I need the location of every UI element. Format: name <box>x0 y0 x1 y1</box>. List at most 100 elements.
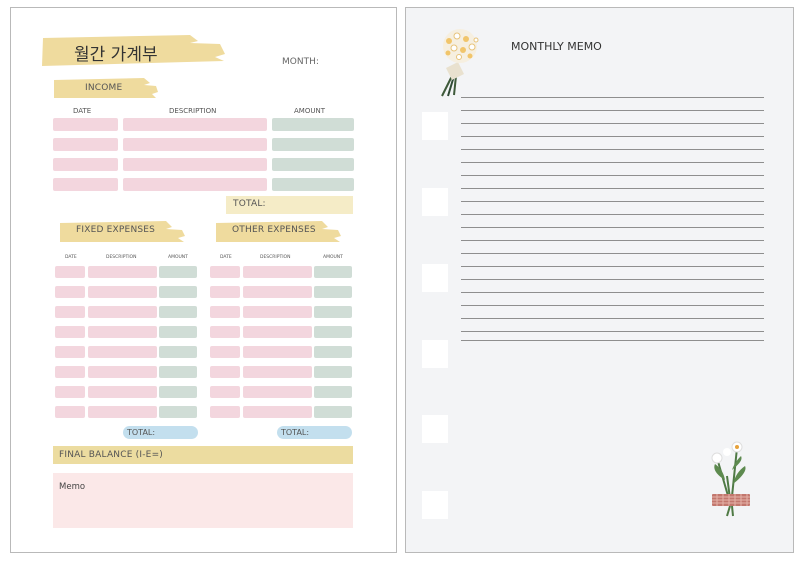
other-date-cell[interactable] <box>210 266 240 278</box>
monthly-memo-title: MONTHLY MEMO <box>511 40 602 53</box>
fixed-amount-cell[interactable] <box>159 406 197 418</box>
income-description-cell[interactable] <box>123 138 267 151</box>
fixed-header-date: DATE <box>65 255 77 260</box>
income-amount-cell[interactable] <box>272 138 354 151</box>
fixed-description-cell[interactable] <box>88 406 157 418</box>
other-date-cell[interactable] <box>210 286 240 298</box>
memo-label: Memo <box>59 482 86 492</box>
other-date-cell[interactable] <box>210 386 240 398</box>
other-description-cell[interactable] <box>243 306 312 318</box>
other-amount-cell[interactable] <box>314 366 352 378</box>
memo-line <box>461 279 764 280</box>
fixed-description-cell[interactable] <box>88 366 157 378</box>
memo-line <box>461 340 764 341</box>
fixed-amount-cell[interactable] <box>159 266 197 278</box>
fixed-expenses-label: FIXED EXPENSES <box>76 225 156 235</box>
fixed-description-cell[interactable] <box>88 306 157 318</box>
fixed-description-cell[interactable] <box>88 326 157 338</box>
memo-line <box>461 162 764 163</box>
binder-square <box>422 264 448 292</box>
other-total-label: TOTAL: <box>281 428 310 437</box>
other-date-cell[interactable] <box>210 406 240 418</box>
fixed-amount-cell[interactable] <box>159 286 197 298</box>
other-header-description: DESCRIPTION <box>260 255 291 260</box>
income-header-amount: AMOUNT <box>294 107 325 115</box>
fixed-description-cell[interactable] <box>88 286 157 298</box>
other-description-cell[interactable] <box>243 386 312 398</box>
other-date-cell[interactable] <box>210 366 240 378</box>
income-description-cell[interactable] <box>123 118 267 131</box>
other-description-cell[interactable] <box>243 326 312 338</box>
month-label: MONTH: <box>282 57 319 67</box>
income-amount-cell[interactable] <box>272 158 354 171</box>
binder-square <box>422 415 448 443</box>
fixed-date-cell[interactable] <box>55 286 85 298</box>
memo-line <box>461 149 764 150</box>
other-description-cell[interactable] <box>243 286 312 298</box>
fixed-total-label: TOTAL: <box>127 428 156 437</box>
memo-line <box>461 240 764 241</box>
other-amount-cell[interactable] <box>314 326 352 338</box>
binder-square <box>422 188 448 216</box>
fixed-amount-cell[interactable] <box>159 306 197 318</box>
income-description-cell[interactable] <box>123 158 267 171</box>
fixed-date-cell[interactable] <box>55 266 85 278</box>
memo-line <box>461 331 764 332</box>
fixed-date-cell[interactable] <box>55 406 85 418</box>
binder-square <box>422 112 448 140</box>
page-title: 월간 가계부 <box>74 45 158 65</box>
fixed-date-cell[interactable] <box>55 386 85 398</box>
income-date-cell[interactable] <box>53 118 118 131</box>
other-amount-cell[interactable] <box>314 266 352 278</box>
income-date-cell[interactable] <box>53 158 118 171</box>
other-amount-cell[interactable] <box>314 306 352 318</box>
daisy-bouquet-icon <box>711 441 750 517</box>
fixed-date-cell[interactable] <box>55 306 85 318</box>
fixed-date-cell[interactable] <box>55 326 85 338</box>
income-label: INCOME <box>85 83 123 93</box>
income-amount-cell[interactable] <box>272 118 354 131</box>
other-header-date: DATE <box>220 255 232 260</box>
fixed-date-cell[interactable] <box>55 366 85 378</box>
memo-line <box>461 97 764 98</box>
memo-line <box>461 123 764 124</box>
other-description-cell[interactable] <box>243 346 312 358</box>
other-amount-cell[interactable] <box>314 346 352 358</box>
income-header-description: DESCRIPTION <box>169 107 217 115</box>
income-header-date: DATE <box>73 107 92 115</box>
income-total-label: TOTAL: <box>233 199 266 209</box>
other-amount-cell[interactable] <box>314 286 352 298</box>
memo-line <box>461 201 764 202</box>
binder-square <box>422 340 448 368</box>
binder-square <box>422 491 448 519</box>
other-description-cell[interactable] <box>243 406 312 418</box>
fixed-amount-cell[interactable] <box>159 346 197 358</box>
fixed-amount-cell[interactable] <box>159 386 197 398</box>
other-date-cell[interactable] <box>210 346 240 358</box>
income-description-cell[interactable] <box>123 178 267 191</box>
other-amount-cell[interactable] <box>314 406 352 418</box>
memo-line <box>461 318 764 319</box>
other-date-cell[interactable] <box>210 306 240 318</box>
fixed-description-cell[interactable] <box>88 346 157 358</box>
memo-box[interactable] <box>53 473 353 528</box>
other-description-cell[interactable] <box>243 266 312 278</box>
fixed-header-description: DESCRIPTION <box>106 255 137 260</box>
memo-line <box>461 305 764 306</box>
other-date-cell[interactable] <box>210 326 240 338</box>
fixed-amount-cell[interactable] <box>159 366 197 378</box>
memo-line <box>461 227 764 228</box>
income-date-cell[interactable] <box>53 178 118 191</box>
other-amount-cell[interactable] <box>314 386 352 398</box>
income-date-cell[interactable] <box>53 138 118 151</box>
fixed-description-cell[interactable] <box>88 386 157 398</box>
memo-line <box>461 253 764 254</box>
memo-line <box>461 188 764 189</box>
fixed-date-cell[interactable] <box>55 346 85 358</box>
income-amount-cell[interactable] <box>272 178 354 191</box>
memo-line <box>461 175 764 176</box>
fixed-description-cell[interactable] <box>88 266 157 278</box>
other-description-cell[interactable] <box>243 366 312 378</box>
memo-line <box>461 292 764 293</box>
fixed-amount-cell[interactable] <box>159 326 197 338</box>
